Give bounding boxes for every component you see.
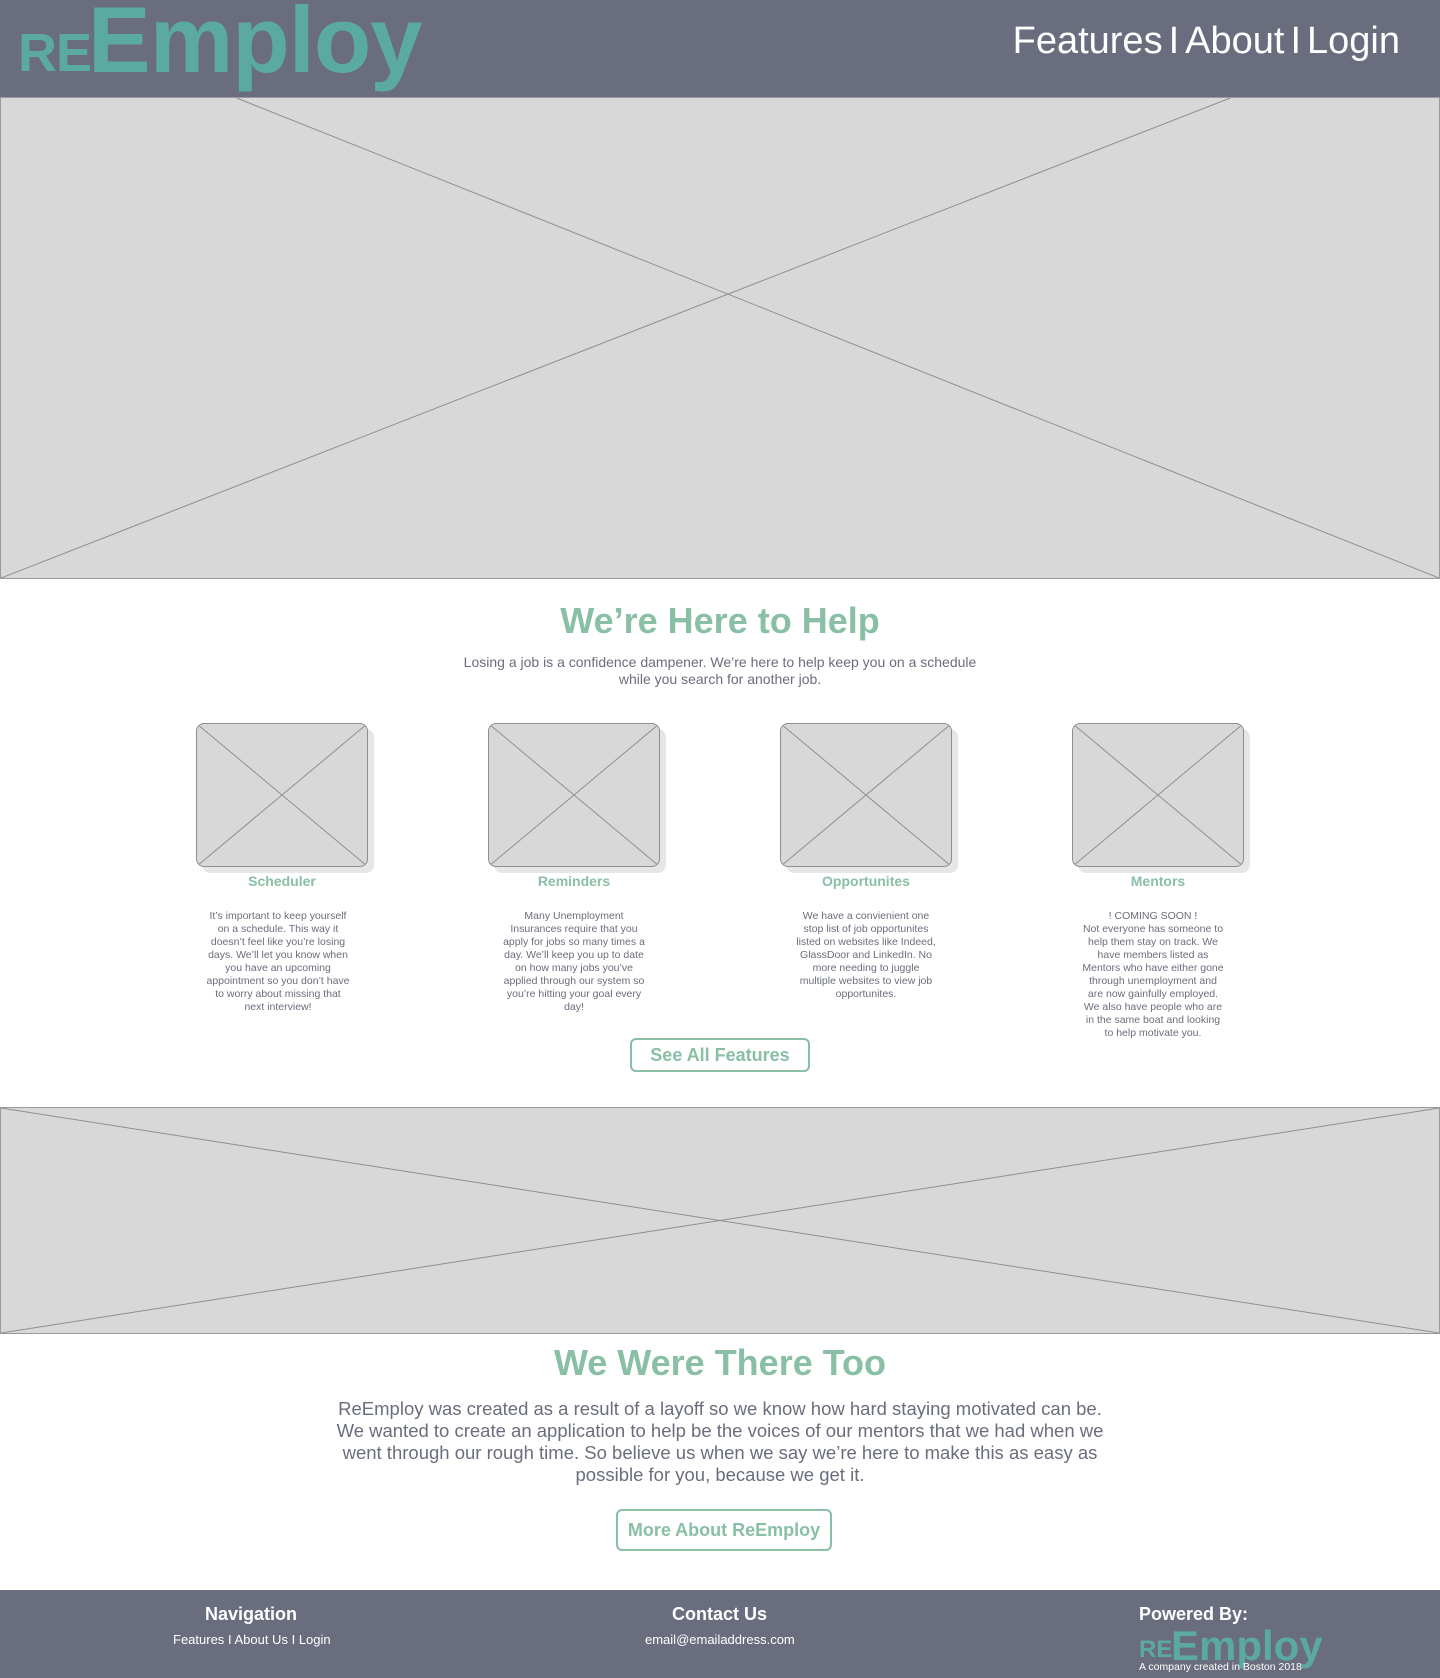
text-line: to help motivate you. [1104, 1027, 1202, 1039]
logo-prefix: RE [18, 23, 92, 83]
text-line: opportunites. [835, 988, 897, 1000]
text-line: Many Unemployment [524, 910, 624, 922]
help-subtitle: Losing a job is a confidence dampener. W… [0, 654, 1440, 688]
text-line: doesn’t feel like you’re losing [210, 936, 346, 948]
text-line: Insurances require that you [510, 923, 638, 935]
text-line: in the same boat and looking [1085, 1014, 1221, 1026]
footer-nav-links: Features I About Us I Login [173, 1632, 331, 1647]
site-header: RE Employ Features I About I Login [0, 0, 1440, 97]
more-about-button[interactable]: More About ReEmploy [616, 1509, 832, 1551]
text-line: more needing to juggle [812, 962, 920, 974]
footer-about-link[interactable]: About Us [234, 1632, 287, 1647]
feature-title-scheduler: Scheduler [248, 873, 316, 889]
text-line: day! [564, 1001, 584, 1013]
nav-separator: I [1290, 20, 1302, 62]
feature-text-mentors: ! COMING SOON ! Not everyone has someone… [1075, 910, 1231, 1040]
site-footer: Navigation Features I About Us I Login C… [0, 1590, 1440, 1678]
text-line: day. We’ll keep you up to date [504, 949, 644, 961]
there-too-text: ReEmploy was created as a result of a la… [0, 1398, 1440, 1486]
text-line: you have an upcoming [225, 962, 331, 974]
text-line: apply for jobs so many times a [503, 936, 645, 948]
hero-image-placeholder [0, 97, 1440, 579]
text-line: next interview! [244, 1001, 312, 1013]
text-line: applied through our system so [503, 975, 645, 987]
nav-login-link[interactable]: Login [1307, 20, 1400, 62]
nav-about-link[interactable]: About [1185, 20, 1284, 62]
feature-title-mentors: Mentors [1130, 873, 1186, 889]
feature-text-scheduler: It’s important to keep yourself on a sch… [200, 910, 356, 1014]
there-too-title: We Were There Too [553, 1342, 887, 1383]
text-line: are now gainfully employed. [1087, 988, 1219, 1000]
see-all-features-button[interactable]: See All Features [630, 1038, 810, 1072]
text-line: We wanted to create an application to he… [336, 1420, 1104, 1441]
footer-contact-title: Contact Us [672, 1604, 768, 1624]
mentors-image-placeholder [1072, 723, 1244, 867]
text-line: Not everyone has someone to [1082, 923, 1224, 935]
text-line: have members listed as [1097, 949, 1209, 961]
text-line: help them stay on track. We [1088, 936, 1218, 948]
text-line: appointment so you don’t have [206, 975, 350, 987]
footer-separator: I [227, 1632, 232, 1647]
footer-tagline: A company created in Boston 2018 [1139, 1661, 1302, 1673]
text-line: listed on websites like Indeed, [796, 936, 936, 948]
nav-separator: I [1168, 20, 1180, 62]
text-line: through unemployment and [1089, 975, 1217, 987]
text-line: you’re hitting your goal every [506, 988, 642, 1000]
text-line: to worry about missing that [215, 988, 341, 1000]
feature-title-opportunities: Opportunites [822, 873, 910, 889]
text-line: days. We’ll let you know when [208, 949, 348, 961]
scheduler-image-placeholder [196, 723, 368, 867]
text-line: We also have people who are [1083, 1001, 1223, 1013]
text-line: ! COMING SOON ! [1108, 910, 1198, 922]
text-line: multiple websites to view job [799, 975, 933, 987]
footer-features-link[interactable]: Features [173, 1632, 224, 1647]
footer-login-link[interactable]: Login [299, 1632, 331, 1647]
reminders-image-placeholder [488, 723, 660, 867]
text-line: Mentors who have either gone [1082, 962, 1224, 974]
logo-main: Employ [88, 0, 423, 92]
help-subtitle-line: Losing a job is a confidence dampener. W… [463, 654, 977, 670]
feature-text-opportunities: We have a convienient one stop list of j… [788, 910, 944, 1001]
feature-title-reminders: Reminders [537, 873, 611, 889]
footer-nav-title: Navigation [205, 1604, 298, 1624]
nav-features-link[interactable]: Features [1013, 20, 1163, 62]
text-line: on a schedule. This way it [217, 923, 339, 935]
text-line: ReEmploy was created as a result of a la… [338, 1398, 1102, 1419]
footer-email-link[interactable]: email@emailaddress.com [645, 1632, 795, 1647]
text-line: on how many jobs you’ve [515, 962, 633, 974]
banner-image-placeholder [0, 1107, 1440, 1334]
help-title: We’re Here to Help [560, 600, 880, 641]
footer-separator: I [291, 1632, 296, 1647]
text-line: stop list of job opportunites [803, 923, 929, 935]
text-line: We have a convienient one [802, 910, 930, 922]
text-line: possible for you, because we get it. [575, 1464, 865, 1485]
help-subtitle-line: while you search for another job. [618, 671, 822, 687]
opportunities-image-placeholder [780, 723, 952, 867]
top-nav: Features I About I Login [1013, 20, 1400, 63]
text-line: It’s important to keep yourself [209, 910, 347, 922]
feature-text-reminders: Many Unemployment Insurances require tha… [496, 910, 652, 1014]
text-line: went through our rough time. So believe … [342, 1442, 1098, 1463]
text-line: GlassDoor and LinkedIn. No [800, 949, 932, 961]
footer-logo-prefix: RE [1139, 1636, 1173, 1663]
